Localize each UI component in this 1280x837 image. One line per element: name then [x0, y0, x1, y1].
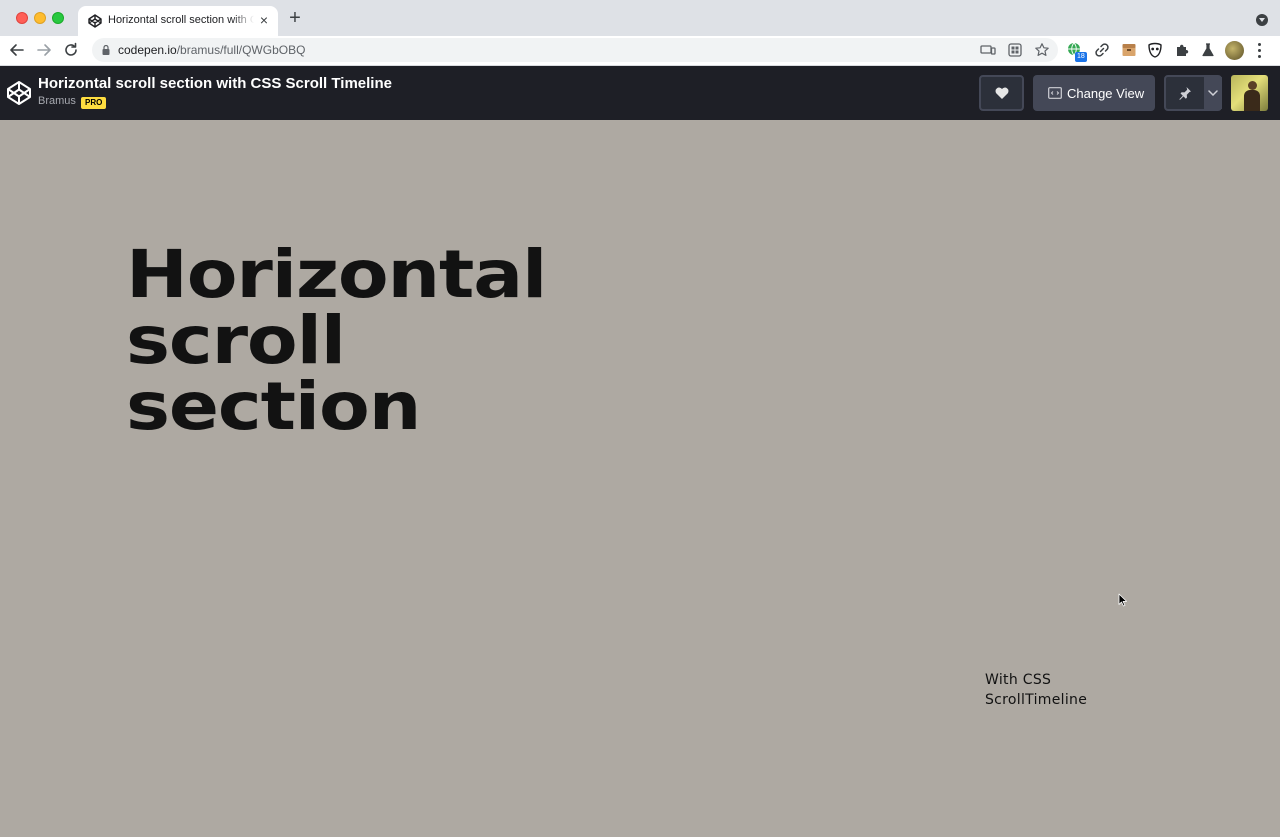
subheading-line: With CSS — [985, 672, 1052, 688]
tab-title: Horizontal scroll section with CSS Scrol… — [108, 14, 254, 26]
url-path: /bramus/full/QWGbOBQ — [176, 43, 306, 57]
user-avatar[interactable] — [1231, 75, 1268, 111]
pen-title[interactable]: Horizontal scroll section with CSS Scrol… — [38, 75, 392, 92]
reload-icon[interactable] — [62, 41, 80, 59]
heart-button[interactable] — [979, 75, 1024, 111]
browser-tab-strip: Horizontal scroll section with CSS Scrol… — [0, 0, 1280, 36]
chevron-down-icon — [1208, 90, 1218, 96]
pin-button-group — [1164, 75, 1222, 111]
mouse-cursor-icon — [1118, 593, 1127, 607]
mask-extension-icon[interactable] — [1147, 42, 1163, 58]
url-text: codepen.io/bramus/full/QWGbOBQ — [118, 43, 305, 57]
change-view-button[interactable]: Change View — [1033, 75, 1155, 111]
profile-avatar[interactable] — [1225, 41, 1244, 60]
tab-close-icon[interactable]: × — [256, 12, 272, 28]
box-extension-icon[interactable] — [1121, 42, 1137, 58]
flask-icon[interactable] — [1200, 42, 1216, 58]
address-bar[interactable]: codepen.io/bramus/full/QWGbOBQ — [92, 38, 1058, 62]
lock-icon — [102, 45, 110, 55]
pen-preview: Horizontal scroll section With CSS Scrol… — [0, 120, 1280, 837]
link-icon[interactable] — [1094, 42, 1110, 58]
extension-badge: 18 — [1075, 52, 1087, 62]
pin-icon[interactable] — [1178, 86, 1192, 100]
new-tab-button[interactable]: + — [286, 8, 304, 28]
browser-tab[interactable]: Horizontal scroll section with CSS Scrol… — [78, 6, 278, 36]
back-arrow-icon[interactable] — [8, 41, 26, 59]
window-minimize-button[interactable] — [34, 12, 46, 24]
heart-icon — [995, 87, 1009, 99]
subheading-line: ScrollTimeline — [985, 692, 1088, 708]
browser-menu-icon[interactable] — [1258, 43, 1262, 59]
browser-toolbar: codepen.io/bramus/full/QWGbOBQ 18 — [0, 36, 1280, 66]
url-host: codepen.io — [118, 43, 177, 57]
pro-badge: PRO — [81, 97, 107, 109]
pin-options-dropdown[interactable] — [1204, 77, 1222, 109]
bookmark-star-icon[interactable] — [1034, 42, 1050, 58]
pen-author[interactable]: Bramus — [38, 95, 76, 107]
codepen-logo-icon[interactable] — [6, 80, 32, 106]
tab-search-icon[interactable] — [1256, 14, 1268, 26]
window-close-button[interactable] — [16, 12, 28, 24]
change-view-label: Change View — [1067, 86, 1145, 101]
subheading: With CSS ScrollTimeline — [985, 670, 1087, 710]
layout-view-icon — [1048, 87, 1062, 99]
headline-line: Horizontal — [126, 236, 547, 313]
forward-arrow-icon[interactable] — [35, 41, 53, 59]
codepen-header: Horizontal scroll section with CSS Scrol… — [0, 66, 1280, 120]
headline: Horizontal scroll section — [126, 236, 547, 445]
puzzle-extensions-icon[interactable] — [1174, 42, 1190, 58]
window-zoom-button[interactable] — [52, 12, 64, 24]
codepen-favicon-icon — [88, 14, 102, 28]
qr-code-icon[interactable] — [1007, 42, 1023, 58]
cast-devices-icon[interactable] — [980, 42, 996, 58]
headline-line: scroll — [126, 302, 346, 379]
headline-line: section — [126, 368, 421, 445]
